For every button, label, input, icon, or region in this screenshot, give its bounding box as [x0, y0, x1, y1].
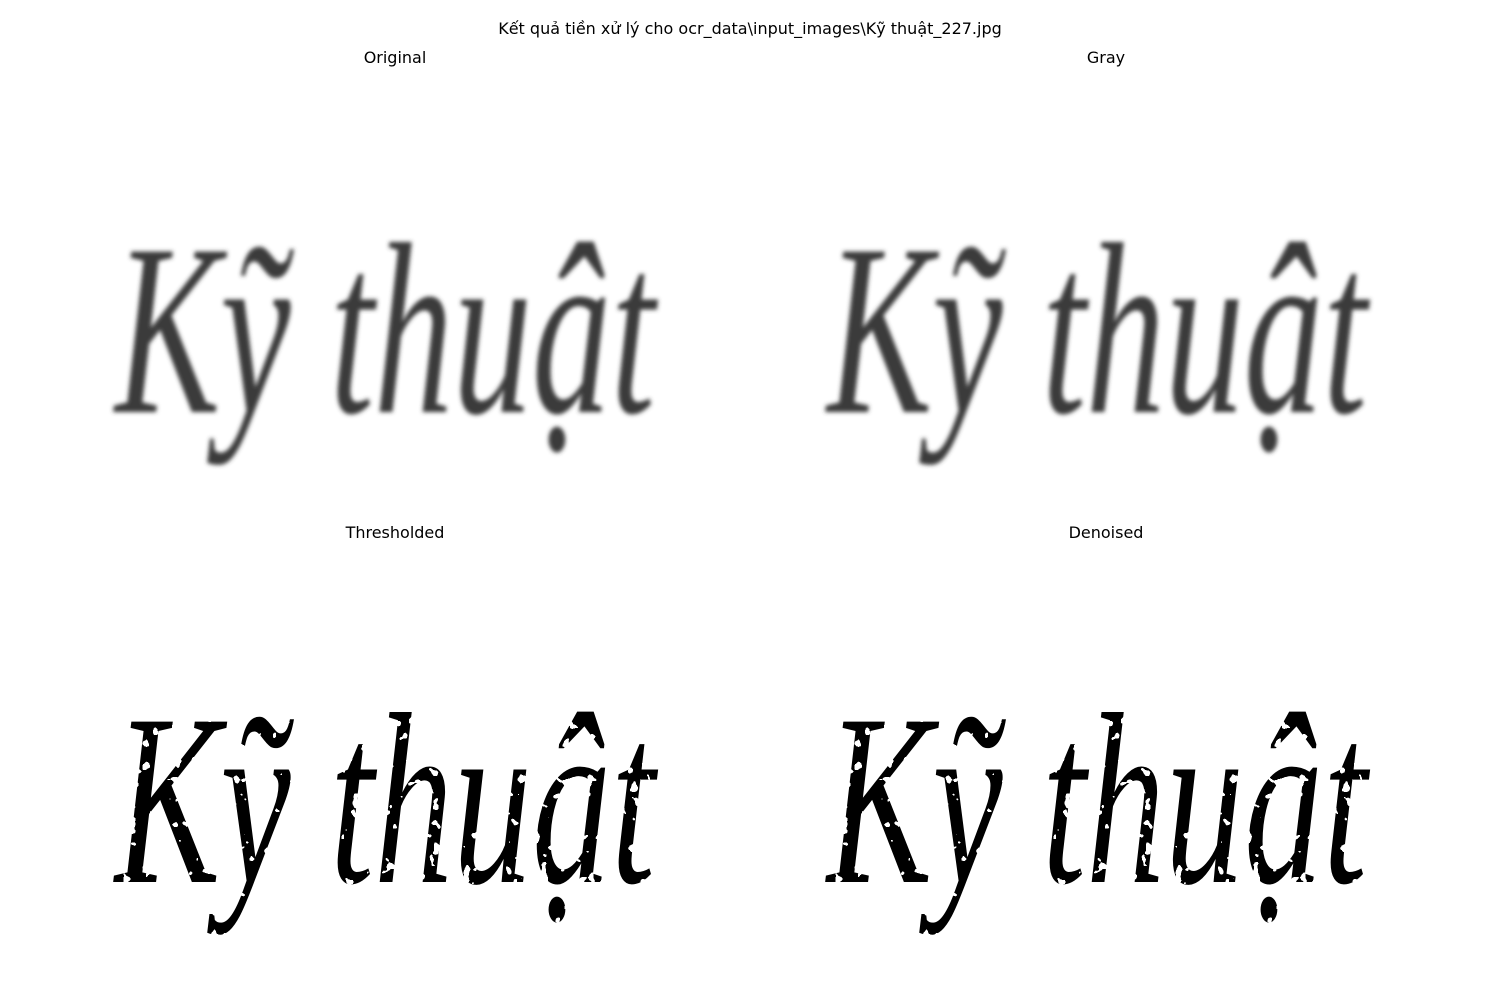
panel-title-original: Original — [363, 48, 427, 67]
panel-title-gray: Gray — [1086, 48, 1126, 67]
gray-image-svg: Kỹ thuật — [825, 194, 1370, 465]
panel-denoised-image: Kỹ thuật — [797, 620, 1417, 980]
original-handwriting: Kỹ thuật — [113, 194, 658, 465]
panel-title-denoised: Denoised — [1068, 523, 1144, 542]
panel-gray-image: Kỹ thuật — [797, 150, 1417, 510]
thresholded-handwriting: Kỹ thuật — [113, 664, 658, 935]
original-image-svg: Kỹ thuật — [113, 194, 658, 465]
panel-original-image: Kỹ thuật — [85, 150, 705, 510]
thresholded-image-svg: Kỹ thuật — [113, 664, 658, 935]
denoised-handwriting: Kỹ thuật — [825, 664, 1370, 935]
gray-handwriting: Kỹ thuật — [825, 194, 1370, 465]
panel-thresholded-image: Kỹ thuật — [85, 620, 705, 980]
panel-title-thresholded: Thresholded — [345, 523, 445, 542]
denoised-image-svg: Kỹ thuật — [825, 664, 1370, 935]
figure-suptitle: Kết quả tiền xử lý cho ocr_data\input_im… — [498, 19, 1002, 38]
